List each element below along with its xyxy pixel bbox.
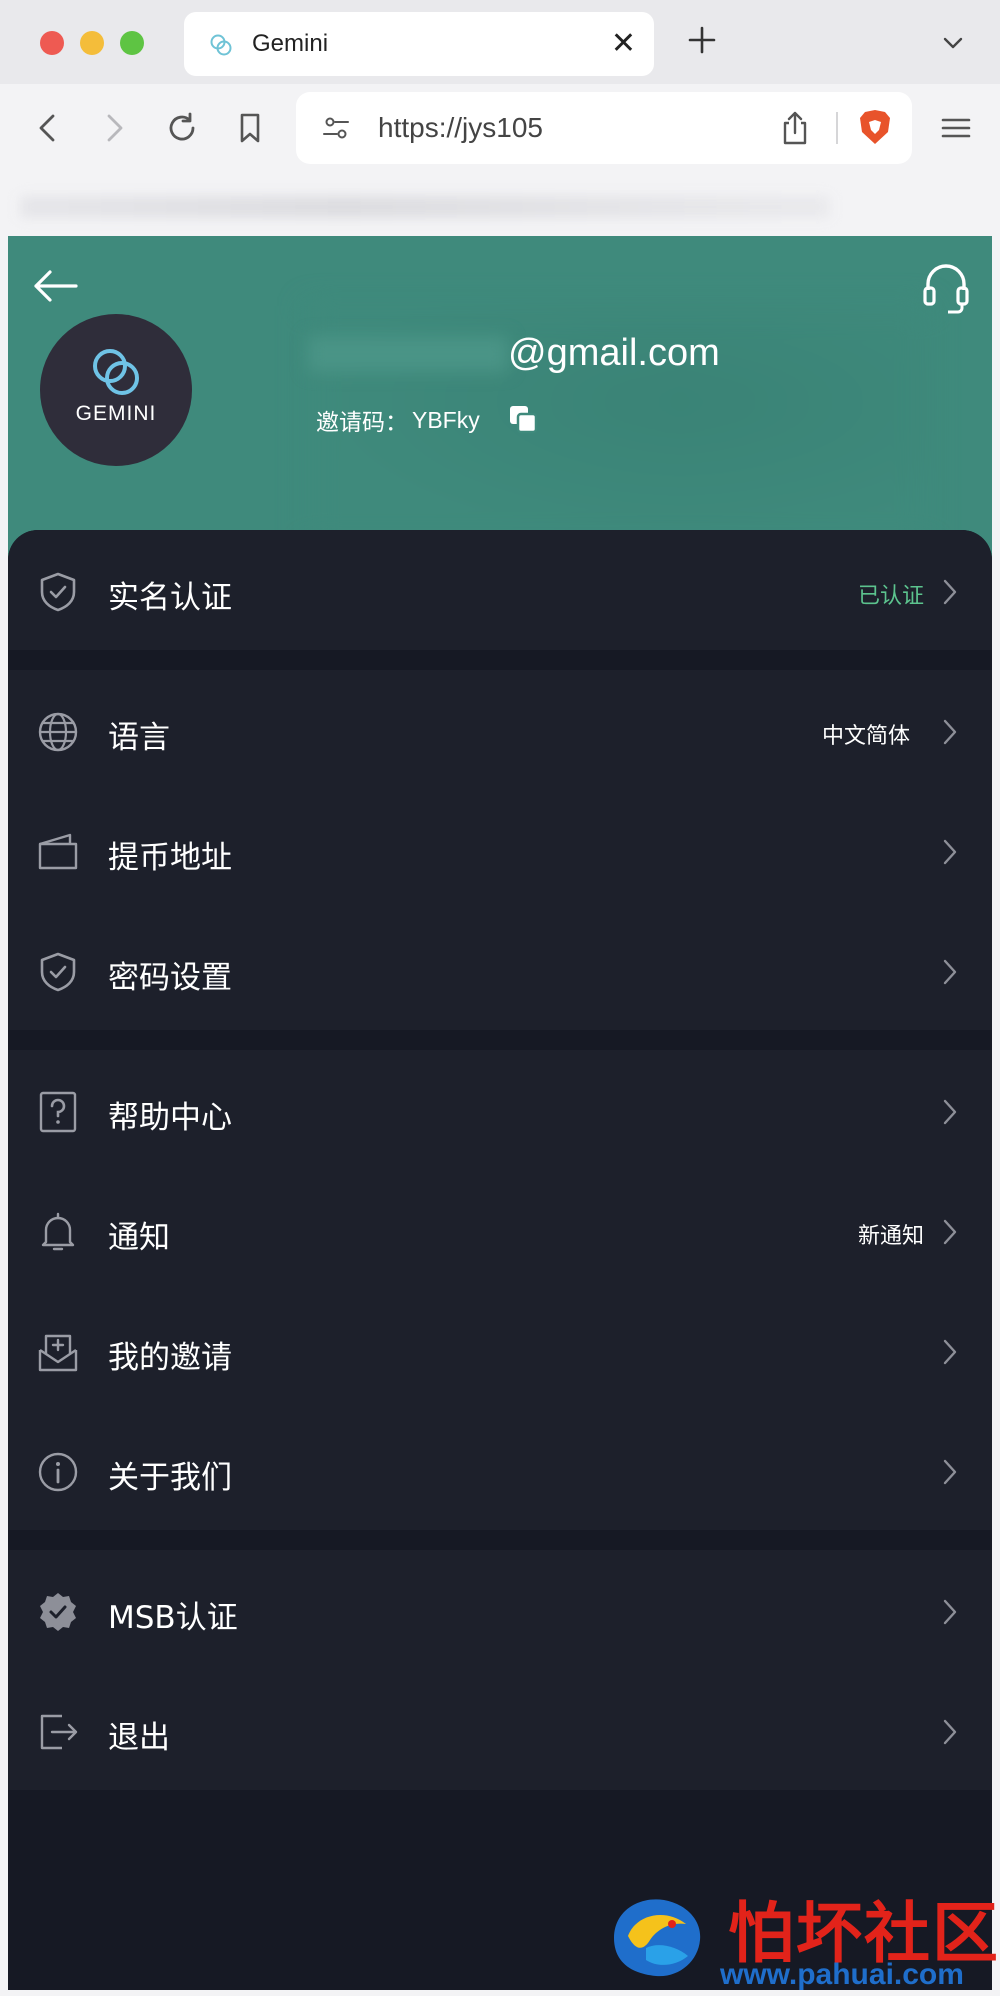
invite-mailbox-icon bbox=[38, 1334, 78, 1372]
browser-tab[interactable]: Gemini ✕ bbox=[184, 12, 654, 76]
minimize-window-button[interactable] bbox=[80, 31, 104, 55]
address-bar[interactable]: https://jys105 bbox=[296, 92, 912, 164]
menu-group-support: 帮助中心 通知 新通知 我的邀请 关于我们 bbox=[8, 1050, 992, 1530]
menu-item-help-center[interactable]: 帮助中心 bbox=[8, 1050, 992, 1170]
help-question-icon bbox=[39, 1091, 77, 1133]
chevron-right-icon bbox=[943, 1719, 957, 1745]
blurred-content-strip bbox=[20, 196, 830, 218]
back-nav-icon[interactable] bbox=[30, 110, 66, 146]
menu-item-logout[interactable]: 退出 bbox=[8, 1670, 992, 1790]
menu-item-identity-verification[interactable]: 实名认证 已认证 bbox=[8, 530, 992, 650]
menu-item-label: 通知 bbox=[108, 1220, 170, 1256]
menu-item-notifications[interactable]: 通知 新通知 bbox=[8, 1170, 992, 1290]
menu-item-my-invitations[interactable]: 我的邀请 bbox=[8, 1290, 992, 1410]
user-email: @gmail.com bbox=[508, 332, 720, 374]
chevron-right-icon bbox=[943, 1339, 957, 1365]
chevron-right-icon bbox=[943, 959, 957, 985]
menu-item-label: 实名认证 bbox=[108, 580, 232, 616]
back-arrow-icon[interactable] bbox=[30, 266, 80, 306]
shield-check-icon bbox=[40, 572, 76, 612]
email-blur-redaction bbox=[308, 336, 508, 372]
menu-item-label: 帮助中心 bbox=[108, 1100, 232, 1136]
new-notification-badge: 新通知 bbox=[857, 1224, 924, 1249]
browser-tab-bar: Gemini ✕ bbox=[0, 0, 1000, 84]
verified-status: 已认证 bbox=[857, 584, 924, 609]
gemini-favicon-icon bbox=[210, 34, 232, 56]
site-watermark: 怕坏社区 www.pahuai.com bbox=[600, 1880, 1000, 1996]
menu-item-label: 退出 bbox=[108, 1720, 170, 1756]
menu-group-other: MSB认证 退出 bbox=[8, 1550, 992, 1790]
invite-code-label: 邀请码： bbox=[316, 409, 408, 435]
chevron-right-icon bbox=[943, 1099, 957, 1125]
copy-icon[interactable] bbox=[508, 404, 538, 434]
tab-title: Gemini bbox=[252, 30, 329, 57]
invite-code-value: YBFky bbox=[412, 406, 480, 433]
share-icon[interactable] bbox=[780, 110, 810, 146]
menu-item-password-settings[interactable]: 密码设置 bbox=[8, 910, 992, 1030]
wallet-icon bbox=[38, 833, 78, 870]
address-bar-divider bbox=[836, 112, 838, 144]
avatar-brand-text: GEMINI bbox=[75, 402, 157, 425]
site-settings-icon[interactable] bbox=[322, 114, 350, 142]
menu-item-label: 关于我们 bbox=[108, 1460, 232, 1496]
browser-menu-icon[interactable] bbox=[940, 112, 972, 144]
tab-close-icon[interactable]: ✕ bbox=[611, 26, 636, 62]
forward-nav-icon[interactable] bbox=[96, 110, 132, 146]
chevron-right-icon bbox=[943, 1459, 957, 1485]
chevron-right-icon bbox=[943, 1599, 957, 1625]
menu-group-account: 语言 中文简体 提币地址 密码设置 bbox=[8, 670, 992, 1030]
shield-check-icon bbox=[40, 952, 76, 992]
chevron-right-icon bbox=[943, 719, 957, 745]
menu-item-label: MSB认证 bbox=[108, 1600, 238, 1636]
tab-list-chevron-icon[interactable] bbox=[940, 30, 966, 56]
logout-icon bbox=[40, 1714, 78, 1750]
invite-code-row: 邀请码： YBFky bbox=[316, 402, 480, 438]
menu-item-label: 密码设置 bbox=[108, 960, 232, 996]
profile-header: GEMINI @gmail.com 邀请码： YBFky bbox=[8, 236, 992, 576]
customer-support-headset-icon[interactable] bbox=[922, 260, 970, 316]
gemini-logo-icon bbox=[93, 349, 139, 395]
maximize-window-button[interactable] bbox=[120, 31, 144, 55]
globe-icon bbox=[38, 712, 78, 752]
chevron-right-icon bbox=[943, 1219, 957, 1245]
chevron-right-icon bbox=[943, 839, 957, 865]
menu-item-label: 语言 bbox=[108, 720, 170, 756]
browser-toolbar: https://jys105 bbox=[0, 84, 1000, 172]
account-page: GEMINI @gmail.com 邀请码： YBFky 实名认证 已认证 语言… bbox=[8, 236, 992, 1990]
settings-menu: 实名认证 已认证 语言 中文简体 提币地址 密码设置 帮助中心 通知 新通知 我… bbox=[8, 530, 992, 1990]
menu-group-identity: 实名认证 已认证 bbox=[8, 530, 992, 650]
bookmark-icon[interactable] bbox=[232, 110, 268, 146]
menu-item-language[interactable]: 语言 中文简体 bbox=[8, 670, 992, 790]
fish-logo-icon bbox=[614, 1899, 701, 1977]
menu-item-label: 我的邀请 bbox=[108, 1340, 232, 1376]
verified-badge-icon bbox=[40, 1593, 76, 1631]
menu-item-msb-certification[interactable]: MSB认证 bbox=[8, 1550, 992, 1670]
close-window-button[interactable] bbox=[40, 31, 64, 55]
current-language: 中文简体 bbox=[821, 724, 910, 749]
brave-shields-icon[interactable] bbox=[858, 108, 892, 146]
reload-icon[interactable] bbox=[164, 110, 200, 146]
info-icon bbox=[38, 1452, 78, 1492]
new-tab-icon[interactable] bbox=[686, 24, 718, 56]
watermark-url: www.pahuai.com bbox=[720, 1958, 964, 1991]
chevron-right-icon bbox=[943, 579, 957, 605]
avatar[interactable]: GEMINI bbox=[40, 314, 192, 466]
url-text[interactable]: https://jys105 bbox=[378, 112, 543, 144]
menu-item-label: 提币地址 bbox=[108, 840, 232, 876]
bell-icon bbox=[41, 1212, 75, 1251]
menu-item-about-us[interactable]: 关于我们 bbox=[8, 1410, 992, 1530]
menu-item-withdraw-address[interactable]: 提币地址 bbox=[8, 790, 992, 910]
